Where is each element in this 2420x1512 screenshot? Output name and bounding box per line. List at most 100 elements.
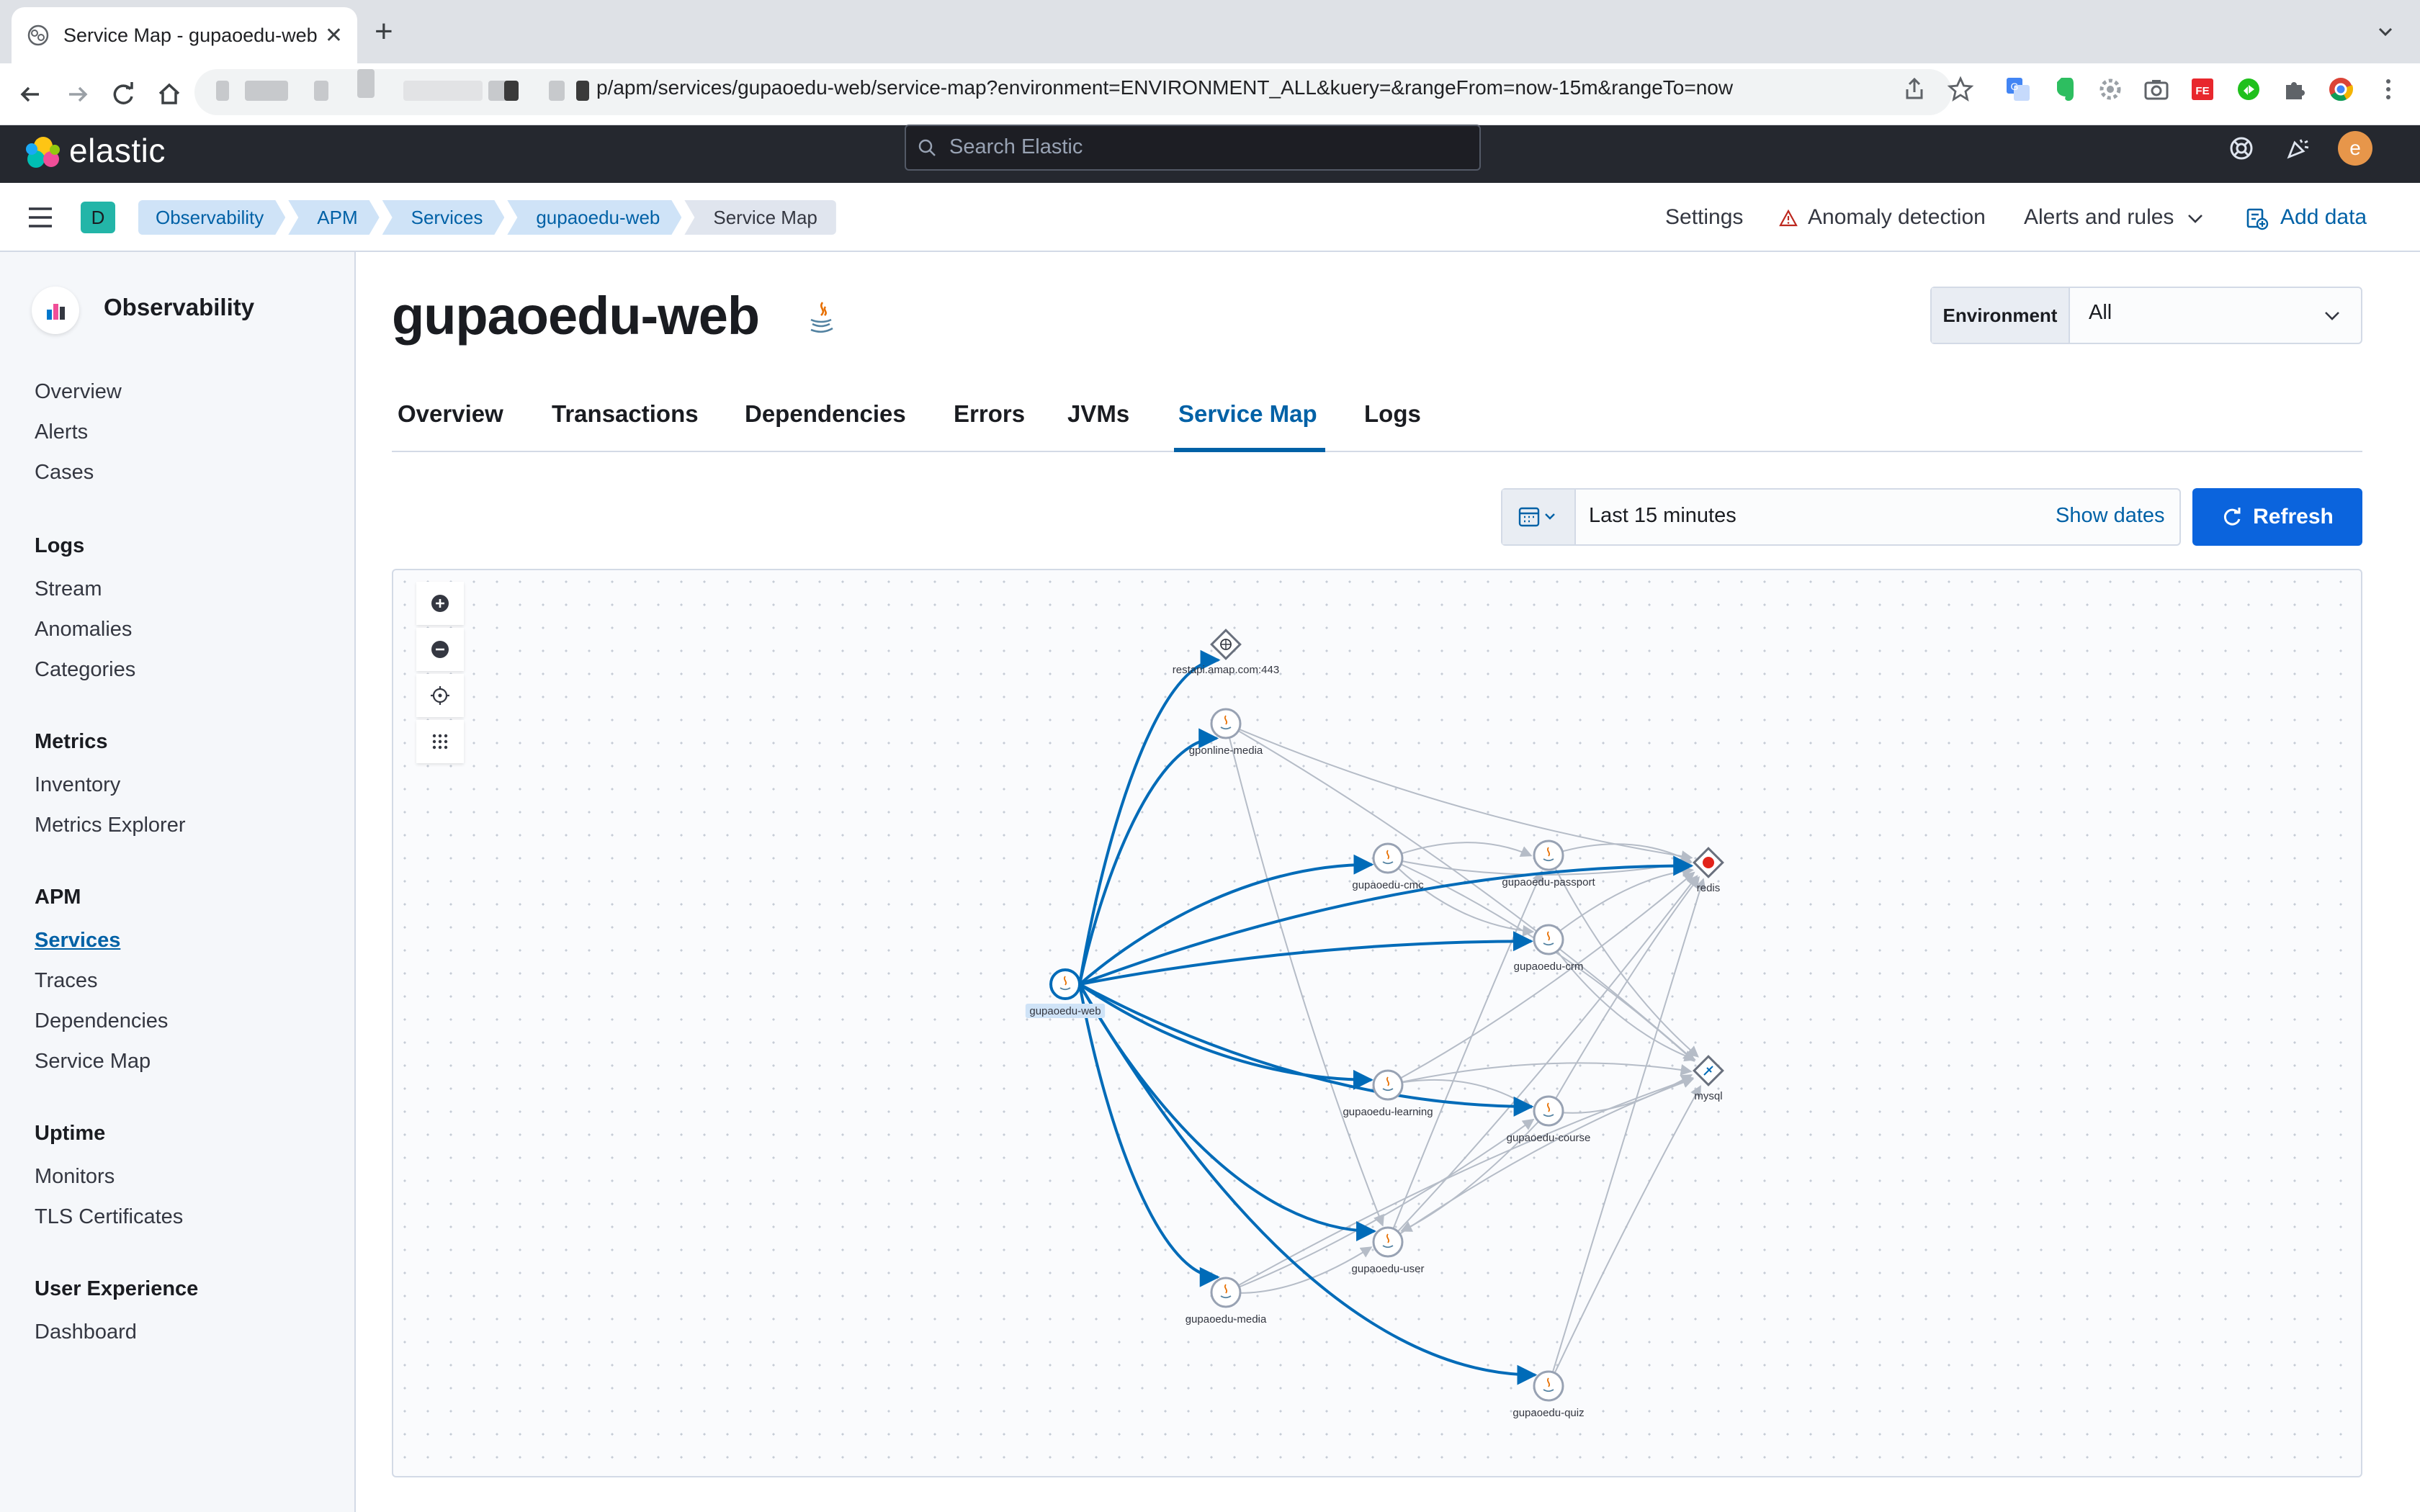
alerts-and-rules-menu[interactable]: Alerts and rules: [2024, 200, 2174, 235]
evernote-extension-icon[interactable]: [2048, 73, 2080, 105]
browser-tab-title: Service Map - gupaoedu-web: [63, 24, 318, 46]
redacted-url-block: [245, 81, 288, 101]
tab-jvms[interactable]: JVMs: [1067, 400, 1129, 428]
service-map-node[interactable]: gupaoedu-user: [1352, 1226, 1425, 1275]
breadcrumb-observability[interactable]: Observability: [138, 200, 285, 235]
sidebar-item-metrics-explorer[interactable]: Metrics Explorer: [35, 814, 186, 837]
service-map-node[interactable]: gupaoedu-course: [1507, 1095, 1591, 1144]
sidebar-item-inventory[interactable]: Inventory: [35, 773, 120, 797]
sidebar-item-alerts[interactable]: Alerts: [35, 420, 88, 444]
fe-extension-icon[interactable]: FE: [2187, 73, 2218, 105]
reload-icon[interactable]: [107, 78, 140, 111]
view-full-map-button[interactable]: [416, 720, 464, 763]
chevron-down-icon[interactable]: [2185, 209, 2205, 228]
service-map-node[interactable]: gupaoedu-passport: [1502, 840, 1595, 888]
user-avatar[interactable]: e: [2338, 131, 2372, 166]
green-extension-icon[interactable]: [2233, 73, 2264, 105]
center-map-button[interactable]: [416, 674, 464, 717]
service-map-edge-secondary: [1225, 1076, 1694, 1293]
service-map-edge-secondary: [1387, 871, 1695, 1086]
service-map-node-label: gupaoedu-media: [1186, 1313, 1267, 1326]
quick-select-button[interactable]: [1502, 490, 1576, 544]
tab-transactions[interactable]: Transactions: [552, 400, 699, 428]
service-map-edge-secondary: [1225, 1246, 1373, 1294]
service-map-node-label: gupaoedu-quiz: [1512, 1407, 1584, 1419]
camera-extension-icon[interactable]: [2141, 73, 2172, 105]
sidebar-item-dependencies[interactable]: Dependencies: [35, 1009, 168, 1033]
sidebar-item-cases[interactable]: Cases: [35, 461, 94, 485]
tab-search-chevron-icon[interactable]: [2375, 22, 2396, 42]
settings-link[interactable]: Settings: [1665, 200, 1743, 235]
refresh-button[interactable]: Refresh: [2192, 488, 2362, 546]
service-map-node-label: gupaoedu-learning: [1343, 1106, 1433, 1118]
service-map-node[interactable]: gupaoedu-cmc: [1352, 842, 1424, 891]
browser-tabstrip: [0, 0, 2420, 63]
new-tab-icon[interactable]: +: [375, 16, 393, 48]
breadcrumb-services[interactable]: Services: [382, 200, 505, 235]
svg-text:G: G: [2011, 81, 2019, 92]
service-map-edge-secondary: [1225, 723, 1695, 1062]
home-icon[interactable]: [153, 78, 186, 111]
news-feed-icon[interactable]: [2283, 134, 2312, 163]
environment-value: All: [2089, 301, 2112, 324]
tab-errors[interactable]: Errors: [954, 400, 1025, 428]
bookmark-star-icon[interactable]: [1945, 73, 1976, 105]
service-map-node[interactable]: gponline-media: [1189, 708, 1263, 757]
sidebar-item-stream[interactable]: Stream: [35, 577, 102, 601]
back-icon[interactable]: [14, 78, 48, 111]
service-map-node[interactable]: restapi.amap.com:443: [1173, 629, 1279, 676]
service-map-edge-secondary: [1548, 876, 1700, 1112]
extension-gear-icon[interactable]: [2094, 73, 2126, 105]
breadcrumb-apm[interactable]: APM: [288, 200, 379, 235]
service-map-graph[interactable]: restapi.amap.com:443 gponline-media gupaoe…: [392, 569, 2362, 1477]
redacted-url-block: [403, 81, 483, 101]
zoom-out-button[interactable]: [416, 628, 464, 671]
crosshair-icon: [431, 686, 449, 705]
sidebar-group-apm: APM: [35, 886, 81, 909]
show-dates-link[interactable]: Show dates: [2056, 504, 2165, 528]
help-lifebuoy-icon[interactable]: [2227, 134, 2256, 163]
sidebar-title: Observability: [104, 294, 255, 320]
sidebar-item-services[interactable]: Services: [35, 929, 120, 953]
breadcrumb-service-map: Service Map: [684, 200, 836, 235]
tab-dependencies[interactable]: Dependencies: [745, 400, 906, 428]
anomaly-detection-link[interactable]: Anomaly detection: [1808, 200, 1986, 235]
space-avatar[interactable]: D: [81, 202, 115, 233]
translate-extension-icon[interactable]: G: [2002, 73, 2034, 105]
search-icon: [918, 139, 936, 156]
forward-icon[interactable]: [60, 78, 94, 111]
service-map-node[interactable]: redis: [1693, 847, 1724, 894]
tab-overview[interactable]: Overview: [398, 400, 503, 428]
sidebar-item-tls-certificates[interactable]: TLS Certificates: [35, 1205, 183, 1229]
add-data-icon: [2246, 208, 2269, 230]
tab-logs[interactable]: Logs: [1364, 400, 1421, 428]
tab-service-map[interactable]: Service Map: [1178, 400, 1317, 428]
sidebar-item-anomalies[interactable]: Anomalies: [35, 618, 132, 642]
sidebar-item-service-map[interactable]: Service Map: [35, 1050, 151, 1074]
sidebar-item-dashboard[interactable]: Dashboard: [35, 1320, 137, 1344]
service-map-edge-secondary: [1387, 870, 1543, 1243]
redacted-url-block: [216, 81, 229, 101]
browser-menu-icon[interactable]: [2372, 73, 2404, 105]
chrome-profile-icon[interactable]: [2325, 73, 2357, 105]
sidebar-item-overview[interactable]: Overview: [35, 380, 122, 404]
service-map-edge-secondary: [1387, 842, 1533, 859]
service-map-edge-primary: [1078, 983, 1538, 1385]
close-tab-icon[interactable]: ✕: [325, 23, 343, 48]
browser-tab[interactable]: Service Map - gupaoedu-web ✕: [12, 7, 357, 63]
menu-toggle-icon[interactable]: [26, 204, 55, 230]
breadcrumb-service[interactable]: gupaoedu-web: [507, 200, 681, 235]
service-map-node[interactable]: gupaoedu-learning: [1343, 1069, 1433, 1118]
extensions-puzzle-icon[interactable]: [2279, 73, 2311, 105]
sidebar-item-traces[interactable]: Traces: [35, 969, 98, 993]
sidebar-item-categories[interactable]: Categories: [35, 658, 135, 682]
service-map-node[interactable]: mysql: [1693, 1055, 1724, 1102]
add-data-link[interactable]: Add data: [2280, 200, 2367, 235]
sidebar-item-monitors[interactable]: Monitors: [35, 1165, 115, 1189]
elastic-logo-icon[interactable]: [22, 132, 65, 175]
zoom-in-button[interactable]: [416, 582, 464, 625]
share-icon[interactable]: [1899, 73, 1930, 105]
service-map-node[interactable]: gupaoedu-media: [1186, 1277, 1267, 1326]
redacted-url-block: [549, 81, 565, 101]
service-map-node[interactable]: gupaoedu-quiz: [1512, 1370, 1585, 1419]
